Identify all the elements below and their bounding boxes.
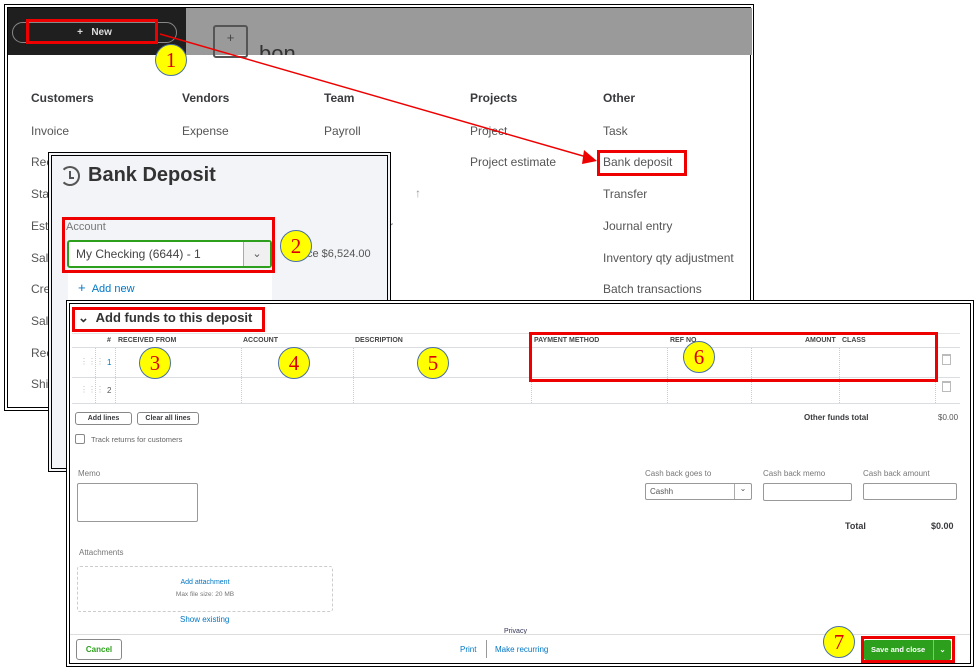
callout-1: 1 xyxy=(155,44,187,76)
callout-5: 5 xyxy=(417,347,449,379)
callout-7: 7 xyxy=(823,626,855,658)
callout-4: 4 xyxy=(278,347,310,379)
callout-2: 2 xyxy=(280,230,312,262)
callout-arrow xyxy=(159,33,597,164)
callout-3: 3 xyxy=(139,347,171,379)
callout-6: 6 xyxy=(683,341,715,373)
